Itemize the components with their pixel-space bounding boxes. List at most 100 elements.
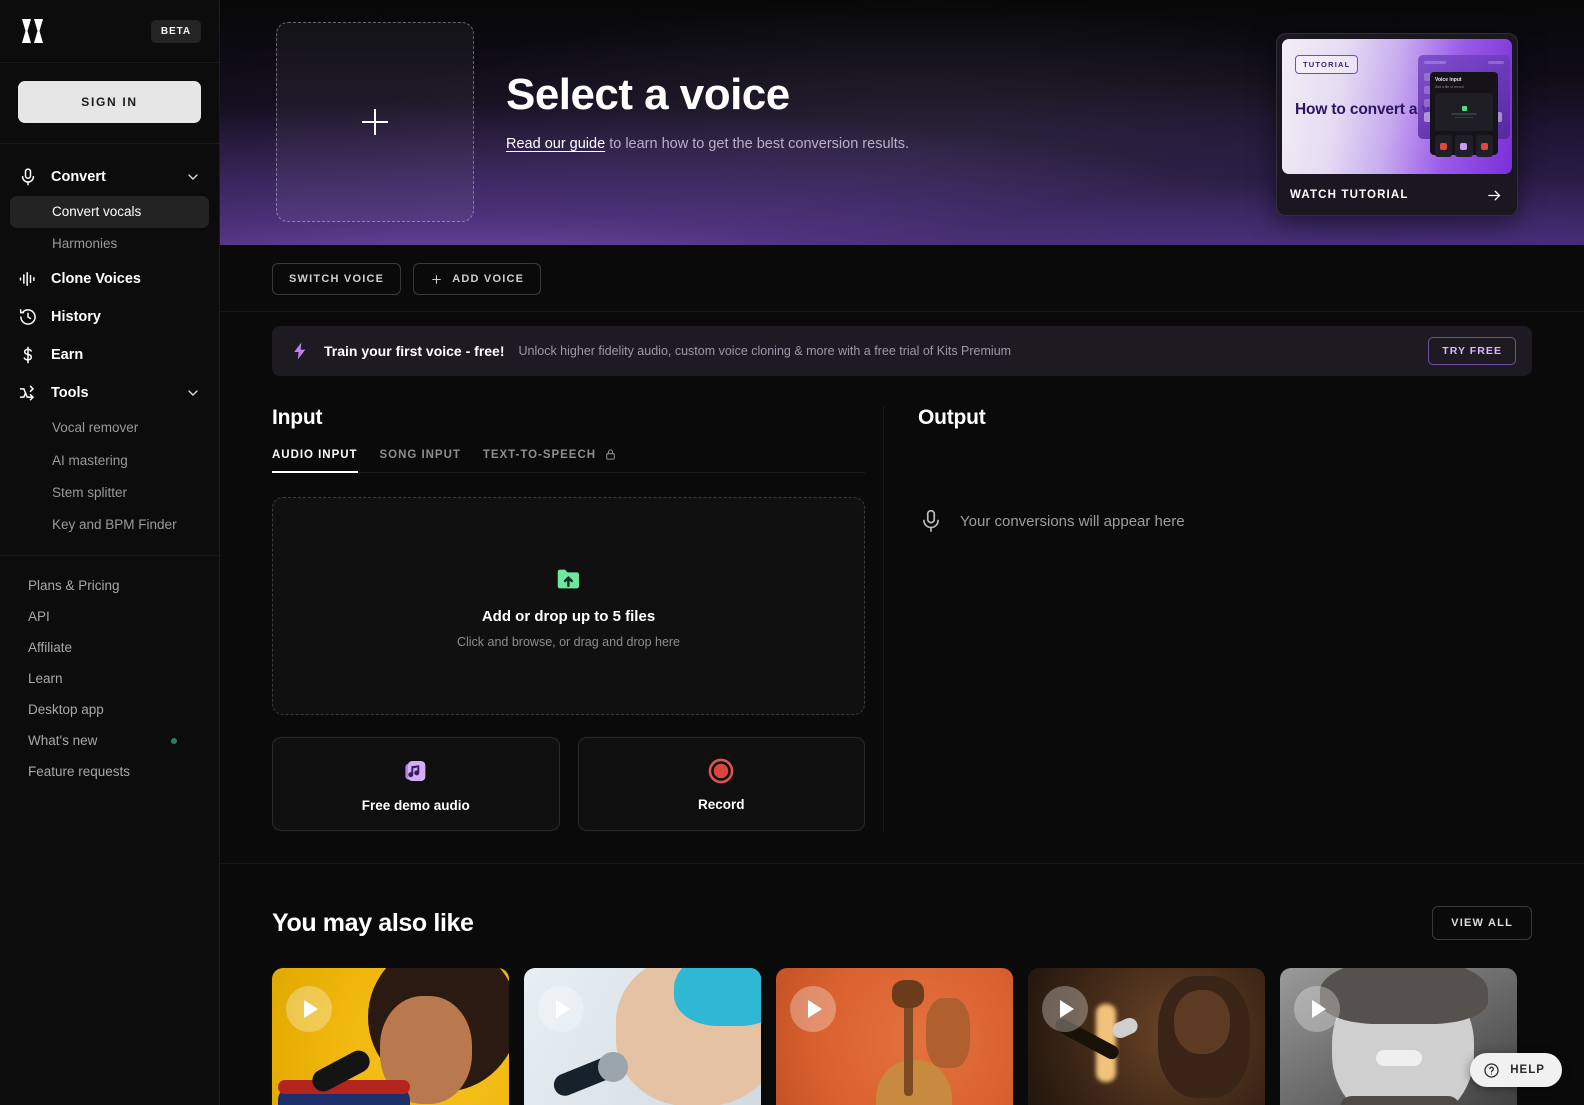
- play-icon[interactable]: [538, 986, 584, 1032]
- sidebar-secondary-links: Plans & Pricing API Affiliate Learn Desk…: [0, 556, 219, 787]
- view-all-button[interactable]: VIEW ALL: [1432, 906, 1532, 940]
- sidebar-item-earn[interactable]: Earn: [10, 336, 209, 374]
- output-heading: Output: [918, 406, 986, 429]
- recommendation-card[interactable]: [776, 968, 1013, 1105]
- sidebar-item-desktop-app[interactable]: Desktop app: [10, 694, 209, 725]
- kits-ai-logo[interactable]: [18, 16, 52, 46]
- upload-folder-icon: [1461, 106, 1467, 112]
- sidebar-item-clone-voices-label: Clone Voices: [51, 271, 141, 288]
- logo-icon: [22, 19, 43, 43]
- promo-banner: Train your first voice - free! Unlock hi…: [272, 326, 1532, 376]
- sidebar-item-affiliate[interactable]: Affiliate: [10, 632, 209, 663]
- recommendation-card[interactable]: [524, 968, 761, 1105]
- sidebar-item-whats-new[interactable]: What's new: [10, 725, 209, 756]
- watch-tutorial-button[interactable]: WATCH TUTORIAL: [1277, 174, 1517, 215]
- page-title: Select a voice: [506, 70, 790, 119]
- tab-text-to-speech[interactable]: TEXT-TO-SPEECH: [483, 448, 617, 473]
- tutorial-mock-front-panel: Voice input Add a file or record: [1430, 72, 1498, 157]
- promo-description: Unlock higher fidelity audio, custom voi…: [518, 344, 1012, 358]
- add-voice-slot[interactable]: [276, 22, 474, 222]
- sidebar-item-stem-splitter[interactable]: Stem splitter: [10, 477, 209, 509]
- upload-folder-icon: [557, 569, 579, 588]
- sidebar-header: BETA: [0, 0, 219, 63]
- tutorial-badge: TUTORIAL: [1295, 55, 1359, 74]
- play-icon[interactable]: [790, 986, 836, 1032]
- sidebar-link-label: What's new: [28, 733, 98, 749]
- tab-label: AUDIO INPUT: [272, 448, 358, 461]
- shuffle-icon: [19, 385, 35, 401]
- tab-audio-input[interactable]: AUDIO INPUT: [272, 449, 358, 473]
- free-demo-audio-button[interactable]: Free demo audio: [272, 737, 560, 831]
- record-button[interactable]: Record: [577, 737, 865, 831]
- sidebar-item-earn-label: Earn: [51, 347, 84, 364]
- help-button[interactable]: HELP: [1470, 1053, 1562, 1087]
- switch-voice-button[interactable]: SWITCH VOICE: [272, 263, 402, 295]
- chevron-down-icon: [188, 174, 198, 180]
- play-icon[interactable]: [286, 986, 332, 1032]
- recommendations-heading: You may also like: [272, 908, 474, 937]
- sidebar-item-tools[interactable]: Tools: [10, 374, 209, 412]
- hero-subtitle: Read our guide to learn how to get the b…: [506, 136, 909, 152]
- main-content: Select a voice Read our guide to learn h…: [220, 0, 1584, 1105]
- plus-icon: [432, 274, 442, 284]
- sidebar-item-ai-mastering[interactable]: AI mastering: [10, 445, 209, 477]
- input-options: Free demo audio Record: [272, 737, 865, 831]
- help-label: HELP: [1510, 1064, 1545, 1076]
- sidebar-link-label: Desktop app: [28, 702, 104, 718]
- free-demo-audio-label: Free demo audio: [361, 797, 470, 813]
- tab-song-input[interactable]: SONG INPUT: [380, 449, 461, 473]
- add-voice-label: ADD VOICE: [452, 273, 525, 285]
- play-icon[interactable]: [1042, 986, 1088, 1032]
- recommendation-card[interactable]: [272, 968, 509, 1105]
- app-root: BETA SIGN IN Convert Convert vocals Harm…: [0, 0, 1584, 1105]
- sidebar-item-key-and-bpm-finder[interactable]: Key and BPM Finder: [10, 509, 209, 541]
- recommendation-card[interactable]: [1028, 968, 1265, 1105]
- promo-title: Train your first voice - free!: [324, 343, 505, 359]
- music-note-icon: [405, 760, 426, 781]
- clock-icon: [19, 309, 36, 326]
- sidebar-item-convert[interactable]: Convert: [10, 158, 209, 196]
- tutorial-mock-dropzone: [1435, 93, 1493, 131]
- sidebar-item-api[interactable]: API: [10, 601, 209, 632]
- sidebar-item-feature-requests[interactable]: Feature requests: [10, 756, 209, 787]
- try-free-button[interactable]: TRY FREE: [1428, 337, 1516, 365]
- dropzone-title: Add or drop up to 5 files: [481, 607, 656, 625]
- sidebar-item-history[interactable]: History: [10, 298, 209, 336]
- sidebar-item-history-label: History: [51, 309, 101, 326]
- sidebar-link-label: Feature requests: [28, 764, 131, 780]
- beta-badge: BETA: [150, 19, 201, 43]
- recommendation-list: [272, 968, 1532, 1105]
- recommendations-header: You may also like VIEW ALL: [272, 906, 1532, 940]
- input-tabs: AUDIO INPUT SONG INPUT TEXT-TO-SPEECH: [272, 448, 865, 473]
- sidebar-item-tools-label: Tools: [51, 385, 89, 402]
- sidebar-nav: Convert Convert vocals Harmonies Clone V…: [0, 144, 219, 541]
- sign-in-section: SIGN IN: [0, 63, 219, 144]
- new-indicator-dot: [171, 737, 177, 744]
- sign-in-button[interactable]: SIGN IN: [18, 81, 201, 123]
- input-panel: Input AUDIO INPUT SONG INPUT TEXT-TO-SPE…: [272, 406, 884, 831]
- microphone-icon: [21, 168, 35, 186]
- waveform-icon: [19, 272, 35, 287]
- sidebar-link-label: Plans & Pricing: [28, 578, 120, 594]
- hero-subtitle-rest: to learn how to get the best conversion …: [605, 136, 910, 153]
- voice-actions-row: SWITCH VOICE ADD VOICE: [220, 245, 1584, 312]
- sidebar-item-vocal-remover[interactable]: Vocal remover: [10, 412, 209, 444]
- tab-label: TEXT-TO-SPEECH: [482, 448, 597, 461]
- sidebar-item-convert-vocals[interactable]: Convert vocals: [10, 196, 209, 229]
- output-empty-state: Your conversions will appear here: [918, 508, 1532, 534]
- question-mark-circle-icon: [1484, 1062, 1499, 1078]
- sidebar-item-harmonies[interactable]: Harmonies: [10, 228, 209, 260]
- sidebar-item-convert-label: Convert: [51, 169, 106, 185]
- tutorial-card[interactable]: TUTORIAL How to convert a voice Voice in…: [1276, 33, 1518, 216]
- chevron-down-icon: [188, 390, 198, 397]
- play-icon[interactable]: [1294, 986, 1340, 1032]
- read-our-guide-link[interactable]: Read our guide: [506, 136, 605, 152]
- add-voice-button[interactable]: ADD VOICE: [413, 263, 542, 295]
- sidebar-item-learn[interactable]: Learn: [10, 663, 209, 694]
- sidebar-item-clone-voices[interactable]: Clone Voices: [10, 260, 209, 298]
- hero-banner: Select a voice Read our guide to learn h…: [220, 0, 1584, 245]
- file-dropzone[interactable]: Add or drop up to 5 files Click and brow…: [272, 497, 865, 715]
- lightning-bolt-icon: [294, 342, 306, 360]
- sidebar-link-label: Affiliate: [28, 640, 73, 656]
- sidebar-item-plans-pricing[interactable]: Plans & Pricing: [10, 570, 209, 601]
